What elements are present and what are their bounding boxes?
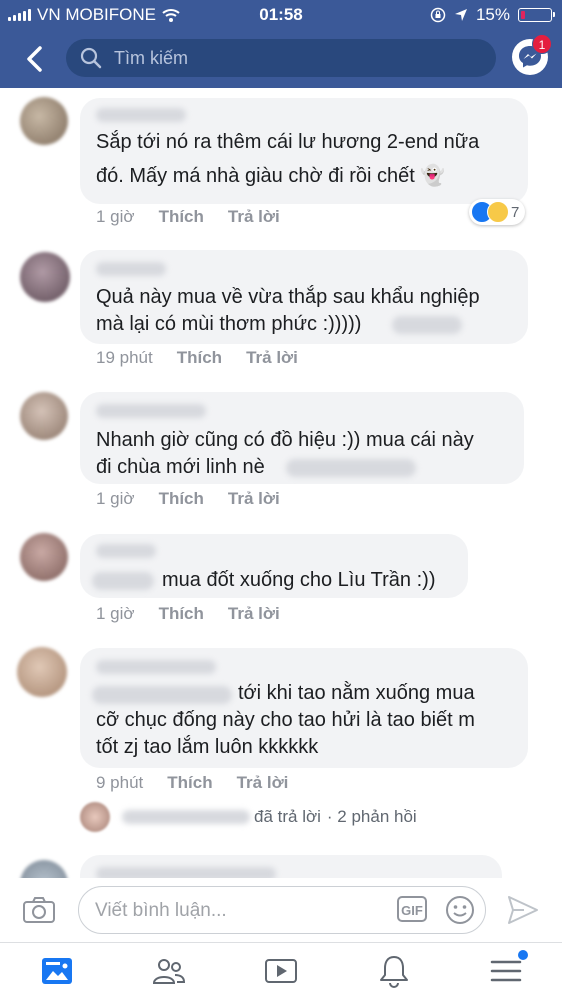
- comment-time: 9 phút: [96, 773, 144, 792]
- search-input[interactable]: Tìm kiếm: [66, 39, 496, 77]
- comment-time: 1 giờ: [96, 604, 135, 623]
- like-button[interactable]: Thích: [159, 604, 204, 624]
- comment-text: tốt zj tao lắm luôn kkkkkk: [96, 736, 319, 758]
- search-icon: [80, 47, 102, 69]
- comment-bubble[interactable]: Sắp tới nó ra thêm cái lư hương 2-end nữ…: [80, 98, 528, 204]
- avatar[interactable]: [20, 392, 68, 440]
- camera-icon[interactable]: [22, 896, 56, 924]
- comment-bubble[interactable]: Quả này mua về vừa thắp sau khẩu nghiệp …: [80, 250, 528, 344]
- avatar[interactable]: [20, 533, 68, 581]
- comment-bubble[interactable]: Nhanh giờ cũng có đồ hiệu :)) mua cái nà…: [80, 392, 524, 484]
- battery-percent: 15%: [475, 5, 510, 24]
- comment-text: cỡ chục đống này cho tao hửi là tao biết…: [96, 709, 475, 731]
- reaction-summary[interactable]: 7: [469, 199, 526, 225]
- comment-time: 19 phút: [96, 348, 153, 367]
- like-button[interactable]: Thích: [159, 207, 204, 227]
- comment-text: Nhanh giờ cũng có đồ hiệu :)) mua cái nà…: [96, 429, 474, 451]
- comment-text: tới khi tao nằm xuống mua: [238, 682, 475, 704]
- reply-button[interactable]: Trả lời: [228, 207, 280, 227]
- avatar[interactable]: [20, 97, 68, 145]
- avatar: [80, 802, 110, 832]
- comment-text: mà lại có mùi thơm phức :))))): [96, 313, 362, 335]
- comment-time: 1 giờ: [96, 207, 135, 226]
- comment-bubble[interactable]: tới khi tao nằm xuống mua cỡ chục đống n…: [80, 648, 528, 768]
- back-icon[interactable]: [20, 42, 50, 76]
- emoji-icon[interactable]: [445, 895, 475, 925]
- status-bar: VN MOBIFONE 01:58 15%: [0, 0, 562, 30]
- reaction-count: 7: [511, 203, 520, 221]
- reply-button[interactable]: Trả lời: [228, 604, 280, 624]
- like-button[interactable]: Thích: [167, 773, 212, 793]
- comment-input[interactable]: Viết bình luận... GIF: [78, 886, 486, 934]
- avatar[interactable]: [20, 252, 70, 302]
- comment-text: mua đốt xuống cho Lìu Trần :)): [162, 569, 436, 591]
- comment-text: đó. Mấy má nhà giàu chờ đi rồi chết 👻: [96, 165, 446, 187]
- comment-text: đi chùa mới linh nè: [96, 456, 265, 478]
- comment-composer: Viết bình luận... GIF: [0, 878, 562, 942]
- battery-icon: [518, 8, 555, 22]
- bottom-tab-bar: [0, 942, 562, 1000]
- location-icon: [454, 9, 467, 21]
- comment-time: 1 giờ: [96, 489, 135, 508]
- send-icon[interactable]: [506, 894, 540, 926]
- view-replies-link[interactable]: đã trả lời · 2 phản hồi: [80, 802, 417, 832]
- comment-text: Sắp tới nó ra thêm cái lư hương 2-end nữ…: [96, 131, 480, 153]
- reply-button[interactable]: Trả lời: [237, 773, 289, 793]
- replied-label: đã trả lời: [254, 807, 321, 826]
- reply-count: · 2 phản hồi: [326, 807, 417, 826]
- news-feed-icon[interactable]: [39, 953, 75, 989]
- gif-icon[interactable]: GIF: [397, 896, 427, 922]
- comment-bubble[interactable]: mua đốt xuống cho Lìu Trần :)): [80, 534, 468, 598]
- messenger-badge: 1: [532, 34, 552, 54]
- notifications-icon[interactable]: [376, 953, 412, 989]
- comment-text: Quả này mua về vừa thắp sau khẩu nghiệp: [96, 286, 480, 308]
- menu-notification-dot: [518, 950, 528, 960]
- haha-reaction-icon: [487, 201, 509, 223]
- like-button[interactable]: Thích: [177, 348, 222, 368]
- friends-icon[interactable]: [151, 953, 187, 989]
- like-button[interactable]: Thích: [159, 489, 204, 509]
- search-placeholder: Tìm kiếm: [114, 47, 188, 68]
- reply-button[interactable]: Trả lời: [246, 348, 298, 368]
- reply-button[interactable]: Trả lời: [228, 489, 280, 509]
- comment-placeholder: Viết bình luận...: [95, 900, 227, 921]
- watch-icon[interactable]: [263, 953, 299, 989]
- rotation-lock-icon: [430, 7, 446, 23]
- header: Tìm kiếm 1: [0, 30, 562, 88]
- avatar[interactable]: [17, 647, 67, 697]
